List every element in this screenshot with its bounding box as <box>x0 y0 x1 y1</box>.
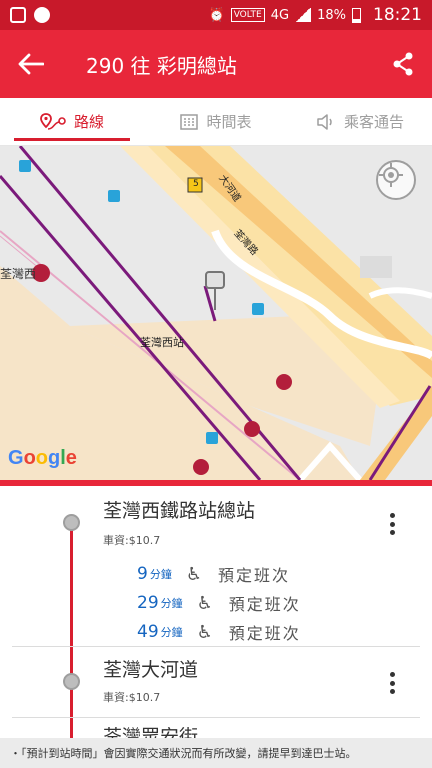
route-pin-icon <box>40 112 66 130</box>
logo-letter: g <box>48 447 61 469</box>
stop-item[interactable]: 荃灣大河道 車資:$10.7 <box>0 647 432 717</box>
app-bar: 290 往 彩明總站 <box>0 30 432 98</box>
gallery-notification-icon <box>10 7 26 23</box>
eta-note: 預定班次 <box>217 566 290 585</box>
tab-notices[interactable]: 乘客通告 <box>288 98 432 145</box>
battery-icon <box>352 7 361 23</box>
stop-fare: 車資:$10.7 <box>103 691 161 704</box>
stop-item[interactable]: 荃灣眾安街 <box>0 718 432 738</box>
eta-minutes: 49 <box>137 622 159 642</box>
battery-percent: 18% <box>317 7 346 23</box>
network-type: 4G <box>270 7 290 23</box>
eta-row: 29 分鐘 ♿ 預定班次 <box>137 591 301 615</box>
eta-minutes: 9 <box>137 564 148 584</box>
tab-route-label: 路線 <box>73 113 104 131</box>
calendar-icon <box>180 113 199 130</box>
eta-note: 預定班次 <box>228 595 301 614</box>
map-station-label: 荃灣西站 <box>140 336 184 349</box>
alarm-icon: ⏰ <box>208 7 225 23</box>
crosshair-icon <box>379 163 403 187</box>
google-logo: Google <box>8 447 77 470</box>
map-route-5-label: 5 <box>193 179 199 189</box>
stop-dot <box>63 514 80 531</box>
eta-row: 9 分鐘 ♿ 預定班次 <box>137 562 290 586</box>
wheelchair-icon: ♿ <box>196 592 213 614</box>
stop-item[interactable]: 荃灣西鐵路站總站 車資:$10.7 9 分鐘 ♿ 預定班次 29 分鐘 ♿ 預定… <box>0 486 432 646</box>
signal-icon <box>295 8 312 22</box>
share-button[interactable] <box>378 46 414 82</box>
tab-notices-label: 乘客通告 <box>343 113 404 131</box>
eta-unit: 分鐘 <box>149 568 172 581</box>
arrow-back-icon <box>18 53 44 75</box>
eta-minutes: 29 <box>137 593 159 613</box>
tab-timetable-label: 時間表 <box>206 113 252 131</box>
speaker-icon <box>317 113 332 130</box>
stop-dot <box>63 673 80 690</box>
logo-letter: G <box>8 447 24 469</box>
share-icon <box>393 52 413 76</box>
eta-unit: 分鐘 <box>160 597 183 610</box>
stop-list[interactable]: 荃灣西鐵路站總站 車資:$10.7 9 分鐘 ♿ 預定班次 29 分鐘 ♿ 預定… <box>0 486 432 738</box>
stop-fare: 車資:$10.7 <box>103 534 161 547</box>
status-bar: ⏰ VOLTE 4G 18% 18:21 <box>0 0 432 30</box>
logo-letter: o <box>35 447 48 469</box>
map-canvas <box>0 146 432 480</box>
eta-unit: 分鐘 <box>160 626 183 639</box>
logo-letter: o <box>23 447 36 469</box>
page-title: 290 往 彩明總站 <box>86 53 237 78</box>
stop-name: 荃灣眾安街 <box>103 726 199 738</box>
eta-disclaimer: ・「預計到站時間」會因實際交通狀況而有所改變，請提早到達巴士站。 <box>0 738 432 768</box>
tab-timetable[interactable]: 時間表 <box>144 98 288 145</box>
tab-bar: 路線 時間表 乘客通告 <box>0 98 432 146</box>
tab-route[interactable]: 路線 <box>0 98 144 145</box>
clock: 18:21 <box>373 5 422 25</box>
back-button[interactable] <box>18 44 58 84</box>
wheelchair-icon: ♿ <box>196 621 213 643</box>
more-options-button[interactable] <box>384 669 400 697</box>
whatsapp-notification-icon <box>34 7 50 23</box>
logo-letter: e <box>65 447 77 469</box>
map-tsuen-wan-west-label: 荃灣西 <box>0 267 37 281</box>
volte-badge: VOLTE <box>230 8 265 22</box>
stop-name: 荃灣大河道 <box>103 659 199 681</box>
stop-name: 荃灣西鐵路站總站 <box>103 500 256 522</box>
my-location-button[interactable] <box>376 160 416 200</box>
eta-note: 預定班次 <box>228 624 301 643</box>
more-options-button[interactable] <box>384 510 400 538</box>
route-map[interactable]: 5 荃灣西站 荃灣西 大河道 荃灣路 Google <box>0 146 432 480</box>
wheelchair-icon: ♿ <box>185 563 202 585</box>
eta-row: 49 分鐘 ♿ 預定班次 <box>137 620 301 644</box>
